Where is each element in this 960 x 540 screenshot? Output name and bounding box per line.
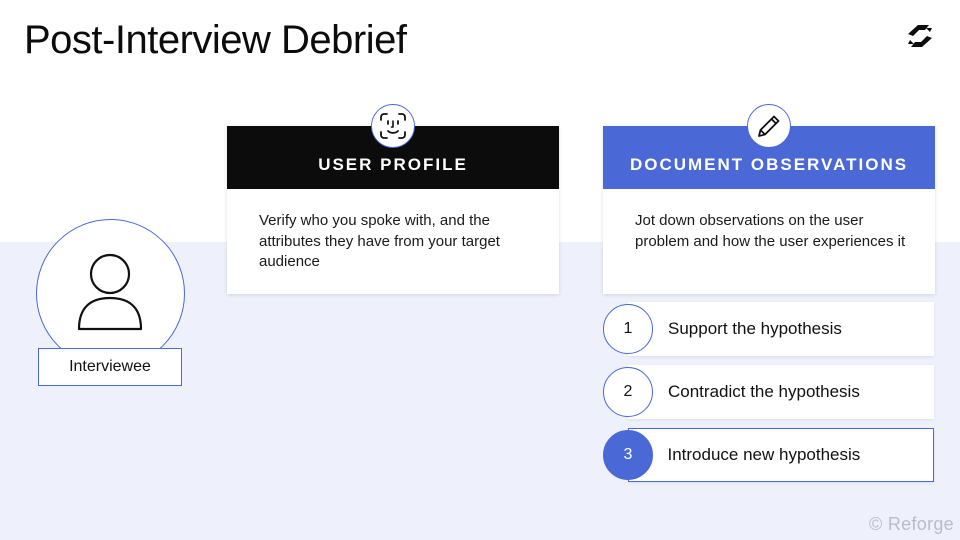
reforge-logo-icon (908, 25, 932, 47)
interviewee-label: Interviewee (38, 348, 182, 386)
slide-title: Post-Interview Debrief (24, 18, 407, 62)
user-profile-body: Verify who you spoke with, and the attri… (259, 212, 500, 270)
step-number-3: 3 (603, 430, 653, 480)
pencil-icon (747, 104, 791, 148)
document-observations-body: Jot down observations on the user proble… (635, 212, 906, 250)
step-number-2: 2 (603, 367, 653, 417)
step-introduce-new-hypothesis: Introduce new hypothesis (628, 428, 934, 482)
person-icon (77, 253, 143, 331)
step-number-1: 1 (603, 304, 653, 354)
face-scan-icon-glyph (380, 113, 406, 139)
step-contradict-hypothesis: Contradict the hypothesis (628, 365, 934, 419)
pencil-icon-glyph (758, 115, 780, 137)
copyright-text: © Reforge (868, 514, 954, 534)
user-profile-card: USER PROFILE Verify who you spoke with, … (227, 126, 559, 294)
document-observations-card: DOCUMENT OBSERVATIONS Jot down observati… (603, 126, 935, 294)
face-scan-icon (371, 104, 415, 148)
step-support-hypothesis: Support the hypothesis (628, 302, 934, 356)
